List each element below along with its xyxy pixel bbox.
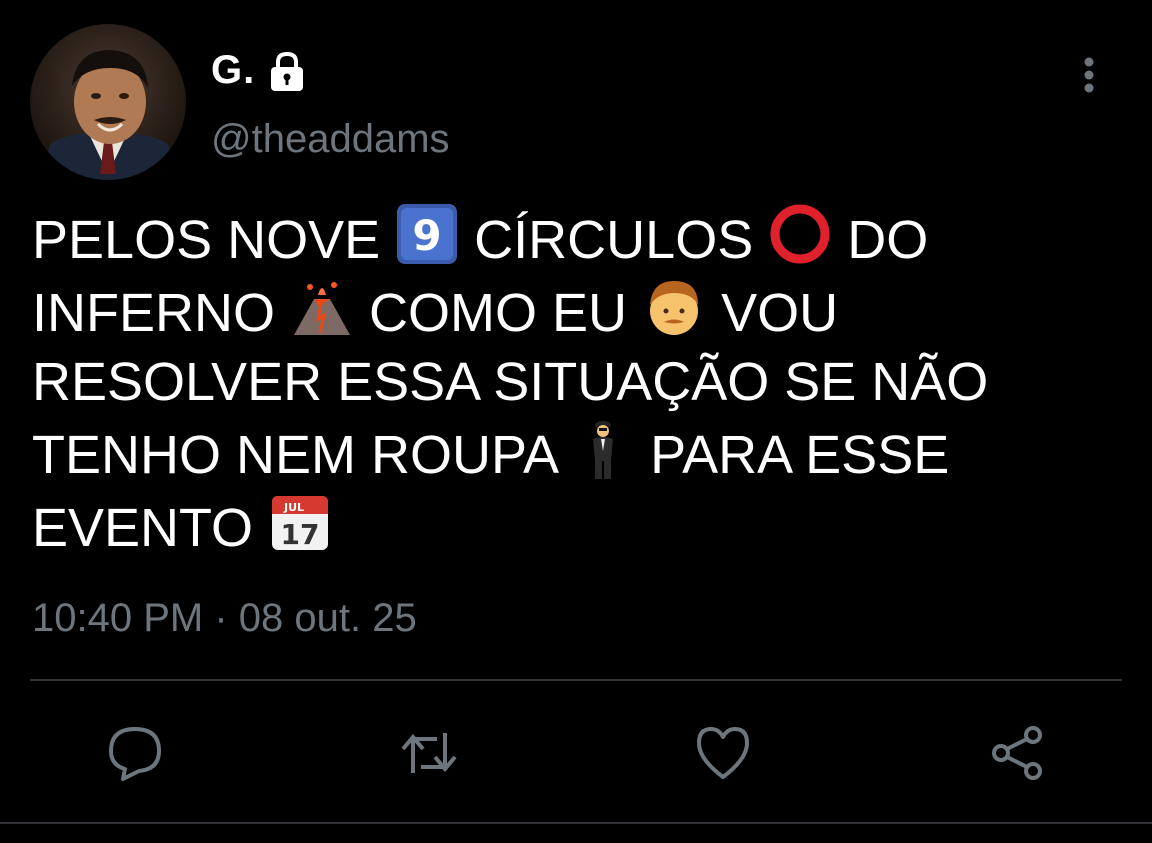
like-icon [697, 727, 749, 779]
lock-icon [265, 49, 309, 93]
tweet-text-segment: TENHO NEM ROUPA [32, 425, 557, 485]
tweet-text-segment: DO [847, 210, 929, 270]
tweet-text-segment: CÍRCULOS [474, 210, 754, 270]
avatar[interactable] [30, 24, 186, 180]
tweet-text-segment: EVENTO [32, 498, 254, 558]
profile-photo [30, 24, 186, 180]
tweet-timestamp[interactable]: 10:40 PM · 08 out. 25 [32, 596, 417, 641]
display-name[interactable]: G. [211, 48, 255, 93]
tweet-text-segment: RESOLVER ESSA SITUAÇÃO SE NÃO [32, 352, 989, 412]
retweet-icon [401, 733, 457, 773]
tweet-text-segment: PARA ESSE [650, 425, 950, 485]
keycap-nine-emoji: 9 [395, 202, 459, 266]
tweet-text: PELOS NOVE 9 CÍRCULOS DO INFERNO COMO EU … [32, 202, 1032, 563]
man-face-emoji [642, 275, 706, 339]
hollow-red-circle-emoji [768, 202, 832, 266]
more-options-icon[interactable] [1074, 54, 1104, 98]
user-handle[interactable]: @theaddams [211, 117, 450, 162]
tweet-text-segment: PELOS NOVE [32, 210, 381, 270]
calendar-emoji: JUL 17 [268, 490, 332, 554]
calendar-month: JUL [283, 501, 304, 514]
calendar-day: 17 [281, 518, 320, 551]
keycap-digit: 9 [413, 211, 442, 260]
share-icon [992, 726, 1042, 780]
reply-button[interactable] [100, 718, 170, 788]
like-button[interactable] [688, 718, 758, 788]
share-button[interactable] [982, 718, 1052, 788]
tweet-text-segment: VOU [721, 283, 839, 343]
tweet-text-segment: COMO EU [369, 283, 628, 343]
display-name-row[interactable]: G. [211, 48, 309, 93]
bottom-divider [0, 822, 1152, 824]
retweet-button[interactable] [394, 718, 464, 788]
volcano-emoji [290, 275, 354, 339]
divider [30, 679, 1122, 681]
reply-icon [109, 727, 161, 781]
man-in-suit-emoji [571, 417, 635, 481]
tweet-text-segment: INFERNO [32, 283, 275, 343]
